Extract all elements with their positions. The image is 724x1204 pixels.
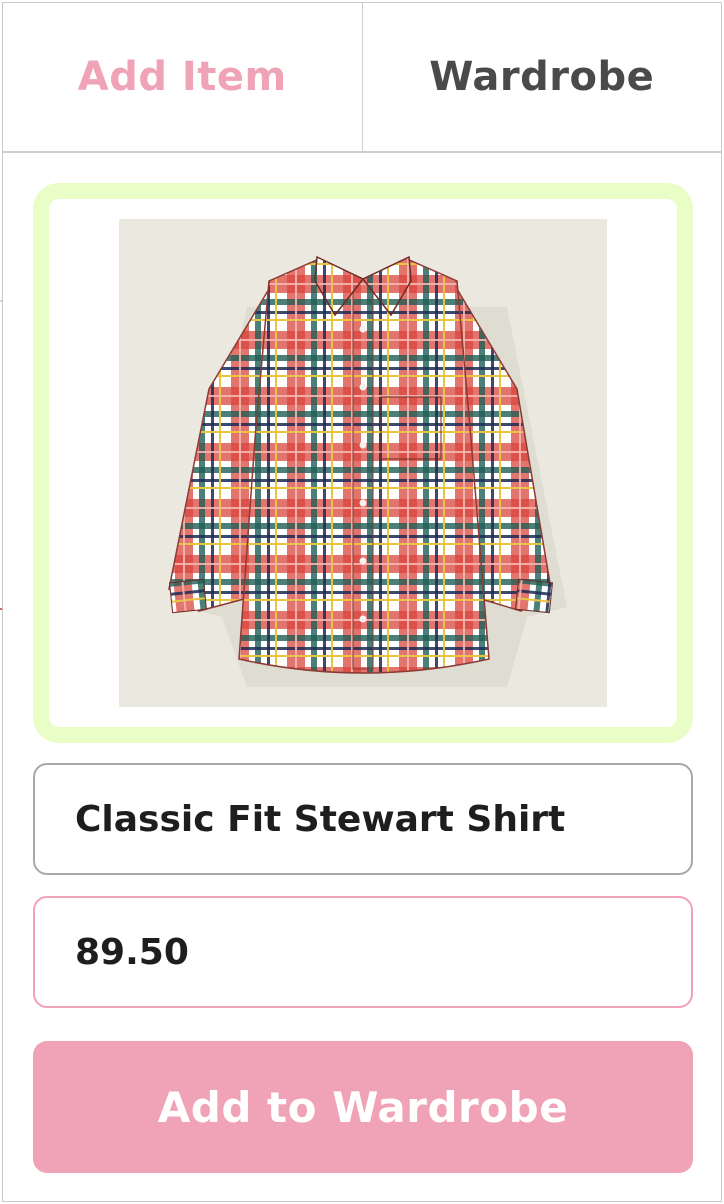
item-photo [119, 219, 607, 707]
item-image-frame[interactable] [33, 183, 693, 743]
tab-bar: Add Item Wardrobe [3, 3, 721, 153]
item-name-field[interactable]: Classic Fit Stewart Shirt [33, 763, 693, 875]
tab-add-item[interactable]: Add Item [3, 3, 363, 151]
add-item-panel: Add Item Wardrobe Classic Fit Stewart Sh… [2, 2, 722, 1202]
plaid-shirt-image [168, 255, 567, 687]
item-price-field[interactable]: 89.50 [33, 896, 693, 1008]
add-to-wardrobe-button[interactable]: Add to Wardrobe [33, 1041, 693, 1173]
tab-wardrobe[interactable]: Wardrobe [363, 3, 722, 151]
